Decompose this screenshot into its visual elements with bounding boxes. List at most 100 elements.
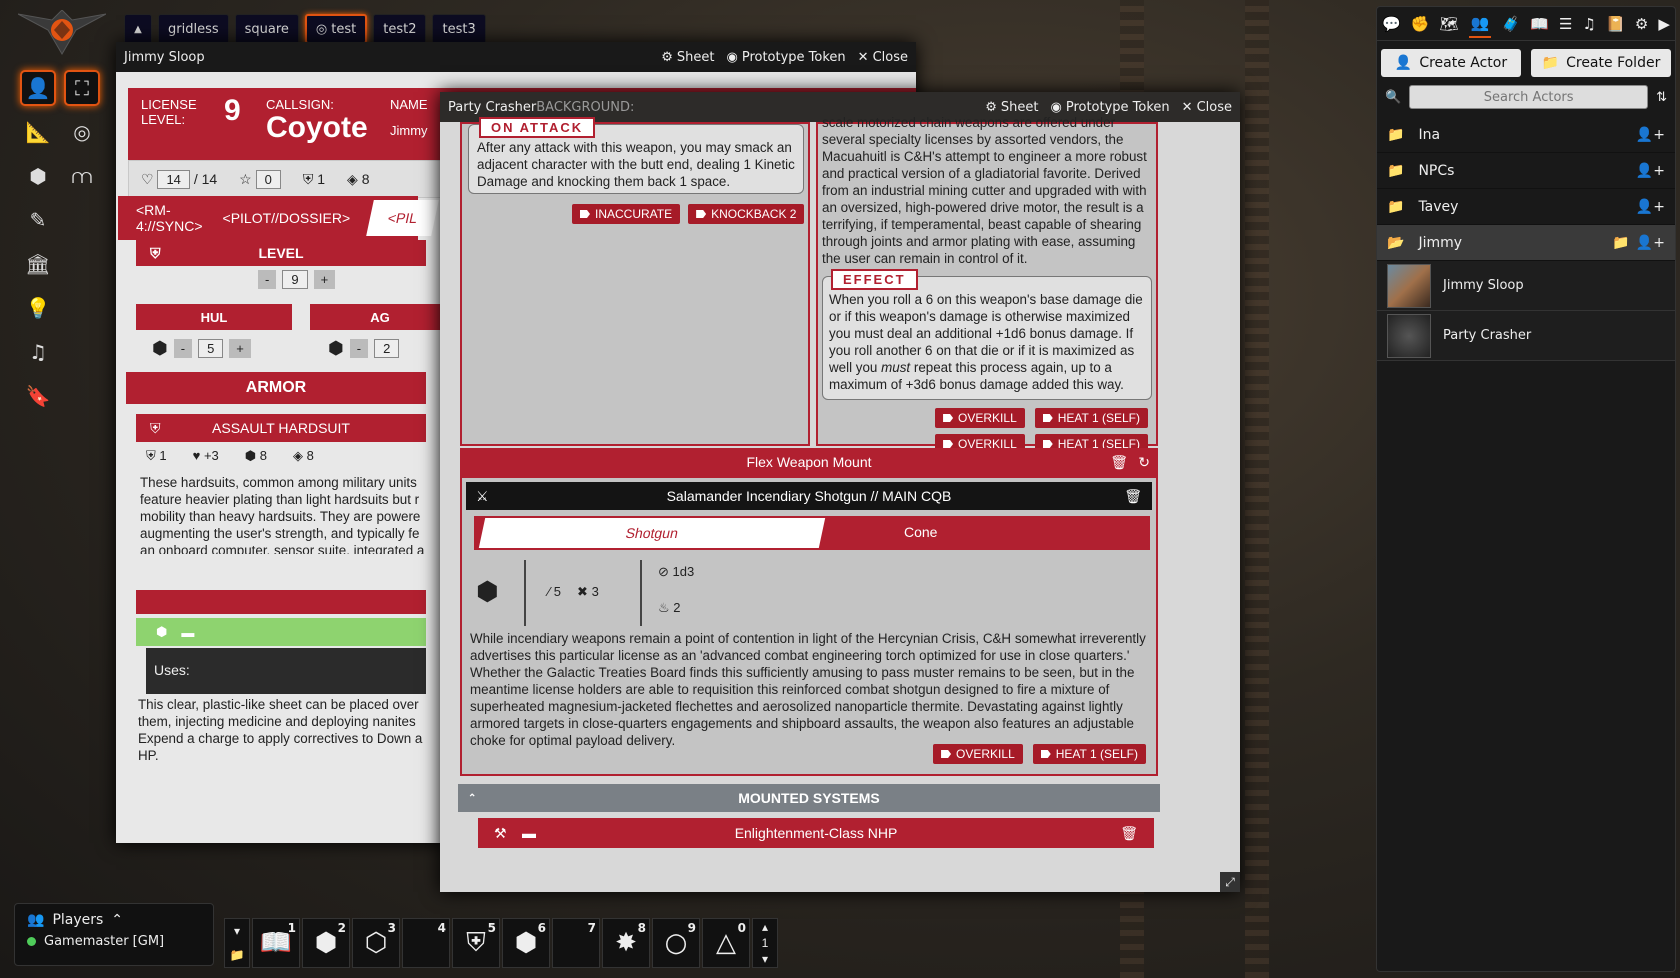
trash-icon[interactable]: 🗑 (1120, 825, 1138, 842)
macro-slot[interactable]: 7 (552, 918, 600, 968)
mounted-systems-header[interactable]: ⌃ MOUNTED SYSTEMS (458, 784, 1160, 812)
nav-toggle-button[interactable]: ▲ (124, 14, 152, 44)
hul-increment[interactable]: + (229, 339, 251, 358)
trash-icon[interactable]: 🗑 (1110, 454, 1128, 471)
chevron-down-icon[interactable]: ▾ (762, 952, 768, 966)
add-folder-icon[interactable]: 📁 (1612, 235, 1629, 251)
scene-tab-test3[interactable]: test3 (432, 14, 486, 44)
license-value[interactable]: 9 (224, 94, 241, 128)
d20-icon[interactable]: ⬢ (476, 576, 499, 607)
chevron-up-icon[interactable]: ▴ (762, 920, 768, 934)
resize-handle-icon[interactable]: ⤢ (1220, 872, 1240, 892)
combat-tab-icon[interactable]: ✊ (1411, 15, 1430, 33)
add-user-icon[interactable]: 👤+ (1636, 127, 1665, 143)
chat-tab-icon[interactable]: 💬 (1382, 15, 1401, 33)
sheet-config-button[interactable]: ⚙ Sheet (661, 50, 714, 65)
d20-icon[interactable]: ⬢ (328, 338, 344, 359)
macro-slot[interactable]: ✸ 8 (602, 918, 650, 968)
players-header[interactable]: 👥 Players ⌃ (15, 904, 213, 932)
tag-knockback[interactable]: KNOCKBACK 2 (688, 204, 805, 224)
prototype-token-button[interactable]: ◉ Prototype Token (1050, 100, 1169, 115)
scenes-tab-icon[interactable]: 🗺 (1440, 15, 1459, 33)
search-input[interactable] (1409, 85, 1649, 109)
tab-cone[interactable]: Cone (904, 524, 937, 540)
settings-tab-icon[interactable]: ⚙ (1635, 15, 1648, 33)
select-tokens-icon[interactable]: ⛶ (64, 70, 100, 106)
folder-tavey[interactable]: 📁 Tavey 👤+ (1377, 189, 1675, 225)
tab-sync[interactable]: <RM-4://SYNC> (136, 202, 203, 234)
macro-slot[interactable]: ⛨ 5 (452, 918, 500, 968)
tables-tab-icon[interactable]: ☰ (1559, 15, 1572, 33)
scene-tab-test[interactable]: ◎ test (304, 14, 368, 44)
sheet-config-button[interactable]: ⚙ Sheet (985, 100, 1038, 115)
create-folder-button[interactable]: 📁 Create Folder (1531, 49, 1671, 77)
actor-jimmy-sloop[interactable]: Jimmy Sloop (1377, 261, 1675, 311)
macro-slot[interactable]: △ 0 (702, 918, 750, 968)
tag-heat[interactable]: HEAT 1 (SELF) (1032, 744, 1146, 764)
chat-icon[interactable]: ▬ (181, 625, 194, 640)
tab-dossier[interactable]: <PILOT//DOSSIER> (223, 210, 351, 226)
folder-ina[interactable]: 📁 Ina 👤+ (1377, 117, 1675, 153)
tab-pilot[interactable]: <PIL (366, 200, 440, 236)
system-icon[interactable]: ⚒ (494, 825, 507, 842)
ruler-icon[interactable]: ⩋ (64, 158, 100, 194)
macro-slot[interactable]: 📖 1 (252, 918, 300, 968)
measure-icon[interactable]: 📐 (20, 114, 56, 150)
tag-overkill[interactable]: OVERKILL (933, 744, 1023, 764)
actors-tab-icon[interactable]: 👥 (1468, 10, 1492, 38)
refresh-icon[interactable]: ↻ (1138, 454, 1150, 471)
notes-icon[interactable]: 🔖 (20, 378, 56, 414)
sort-icon[interactable]: ⇅ (1656, 90, 1667, 105)
draw-icon[interactable]: ✎ (20, 202, 56, 238)
crossed-swords-icon[interactable]: ⚔ (476, 488, 489, 505)
items-tab-icon[interactable]: 🧳 (1501, 15, 1520, 33)
macro-slot[interactable]: ⬢ 6 (502, 918, 550, 968)
cube-icon[interactable]: ⬢ (156, 624, 167, 640)
armor-value[interactable]: 0 (255, 169, 281, 189)
prototype-token-button[interactable]: ◉ Prototype Token (726, 50, 845, 65)
level-increment[interactable]: + (313, 270, 336, 289)
expand-tab-icon[interactable]: ▶ (1658, 15, 1670, 33)
hp-box[interactable]: 14 (157, 169, 190, 189)
d20-icon[interactable]: ⬢ (152, 338, 168, 359)
armor-name[interactable]: ASSAULT HARDSUIT (212, 420, 350, 436)
lighting-icon[interactable]: 💡 (20, 290, 56, 326)
add-user-icon[interactable]: 👤+ (1636, 163, 1665, 179)
sound-icon[interactable]: ♫ (20, 334, 56, 370)
agi-decrement[interactable]: - (349, 339, 369, 358)
foundry-logo[interactable] (18, 10, 106, 56)
chat-icon[interactable]: ▬ (522, 825, 536, 841)
folder-npcs[interactable]: 📁 NPCs 👤+ (1377, 153, 1675, 189)
macro-slot[interactable]: ⬡ 3 (352, 918, 400, 968)
collapse-icon[interactable]: ⌃ (468, 793, 476, 804)
walls-icon[interactable]: 🏛 (20, 246, 56, 282)
scene-tab-gridless[interactable]: gridless (158, 14, 229, 44)
folder-icon[interactable]: 📁 (230, 948, 245, 962)
add-user-icon[interactable]: 👤+ (1636, 235, 1665, 251)
journal-tab-icon[interactable]: 📖 (1530, 15, 1549, 33)
close-button[interactable]: ✕ Close (858, 50, 908, 65)
chevron-down-icon[interactable]: ▾ (234, 924, 240, 938)
create-actor-button[interactable]: 👤 Create Actor (1381, 49, 1521, 77)
callsign-value[interactable]: Coyote (266, 111, 368, 145)
trash-icon[interactable]: 🗑 (1124, 488, 1142, 505)
scene-tab-square[interactable]: square (234, 14, 299, 44)
playlists-tab-icon[interactable]: ♫ (1583, 15, 1596, 33)
name-value[interactable]: Jimmy (390, 123, 428, 138)
compendium-tab-icon[interactable]: 📔 (1606, 15, 1625, 33)
add-user-icon[interactable]: 👤+ (1636, 199, 1665, 215)
macro-slot[interactable]: ⬢ 2 (302, 918, 350, 968)
hul-value[interactable]: 5 (198, 339, 224, 358)
level-value[interactable]: 9 (282, 270, 308, 289)
hul-decrement[interactable]: - (173, 339, 193, 358)
folder-jimmy[interactable]: 📂 Jimmy 📁 👤+ (1377, 225, 1675, 261)
tag-heat[interactable]: HEAT 1 (SELF) (1034, 408, 1148, 428)
weapon-name[interactable]: Salamander Incendiary Shotgun // MAIN CQ… (667, 488, 952, 504)
macro-slot[interactable]: ○ 9 (652, 918, 700, 968)
window-header[interactable]: Jimmy Sloop ⚙ Sheet ◉ Prototype Token ✕ Clo… (116, 42, 916, 72)
tiles-icon[interactable]: ⬢ (20, 158, 56, 194)
tab-shotgun[interactable]: Shotgun (478, 518, 826, 548)
agi-value[interactable]: 2 (374, 339, 400, 358)
target-icon[interactable]: ◎ (64, 114, 100, 150)
tag-inaccurate[interactable]: INACCURATE (572, 204, 681, 224)
